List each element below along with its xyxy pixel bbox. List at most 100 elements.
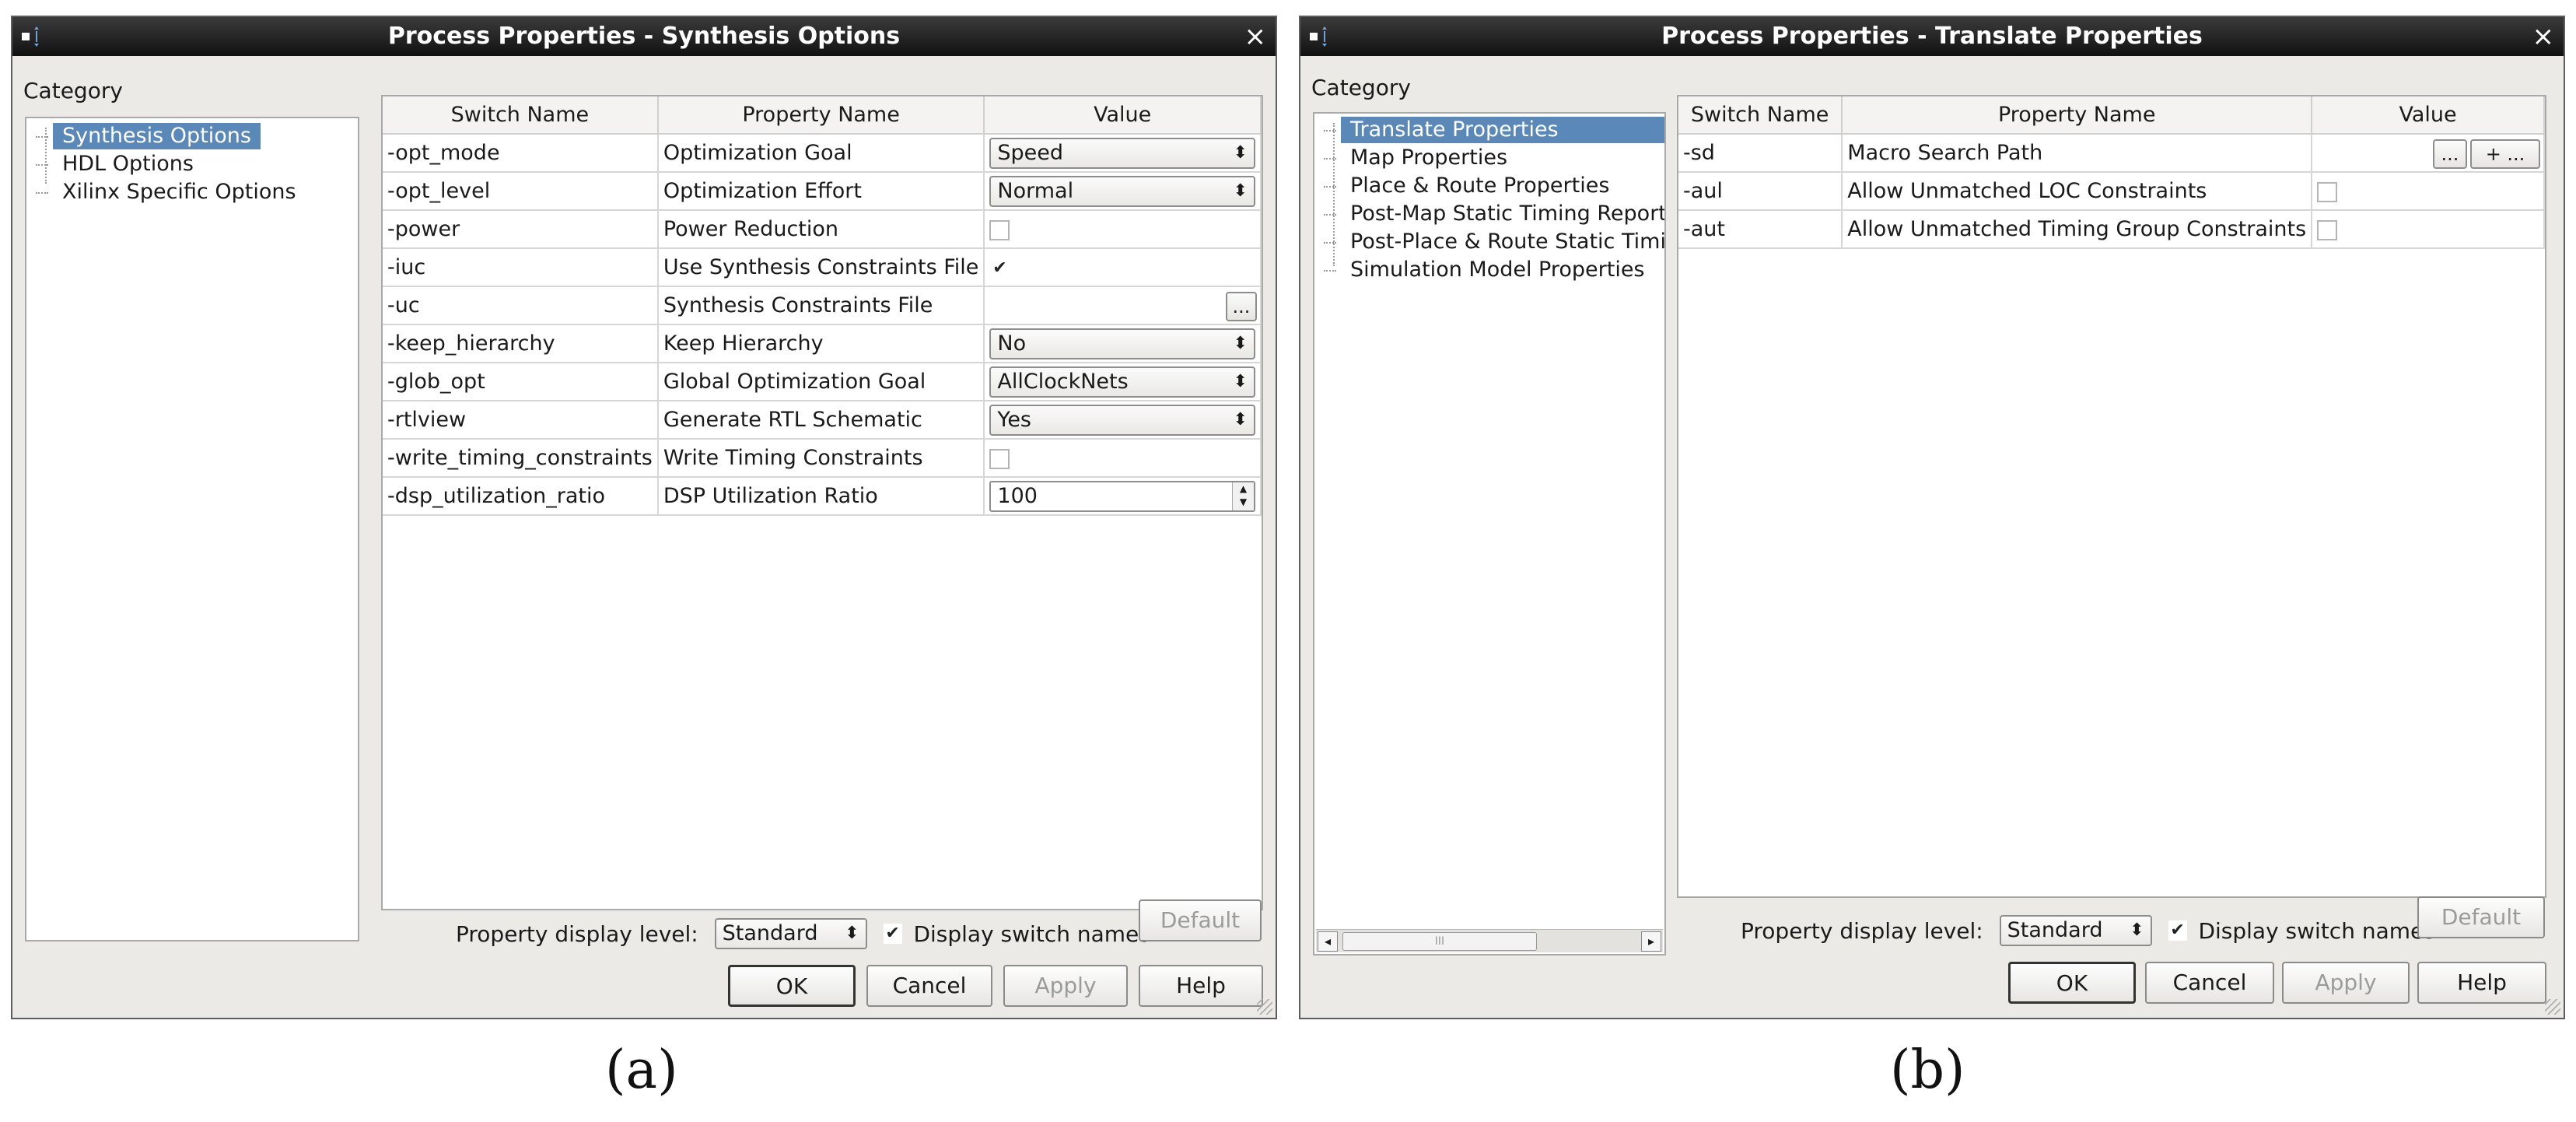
switch-name-cell: -aut — [1678, 210, 1843, 249]
property-name-cell: Use Synthesis Constraints File — [657, 248, 985, 287]
switch-name-cell: -power — [383, 210, 659, 249]
table-row[interactable]: -iuc Use Synthesis Constraints File ✔ — [383, 248, 1262, 287]
table-row[interactable]: -aul Allow Unmatched LOC Constraints — [1678, 172, 2545, 211]
ok-button[interactable]: OK — [728, 965, 856, 1007]
properties-grid: Switch Name Property Name Value -opt_mod… — [381, 95, 1263, 910]
table-row[interactable]: -aut Allow Unmatched Timing Group Constr… — [1678, 210, 2545, 249]
category-item-map-properties[interactable]: Map Properties — [1323, 145, 1517, 171]
column-header-value[interactable]: Value — [2312, 96, 2545, 135]
display-level-row: Property display level: Standard ⬍ ✔ Disp… — [456, 918, 1150, 957]
property-name-cell: Synthesis Constraints File — [657, 286, 985, 325]
table-row[interactable]: -power Power Reduction — [383, 210, 1262, 249]
combo-value: Standard — [722, 921, 818, 945]
combo-arrows-icon: ⬍ — [2130, 920, 2144, 940]
category-item-synthesis-options[interactable]: Synthesis Options — [36, 123, 261, 149]
category-item-post-par-timing[interactable]: Post-Place & Route Static Timi — [1324, 229, 1664, 255]
property-name-cell: Write Timing Constraints — [657, 439, 985, 478]
property-name-cell: DSP Utilization Ratio — [657, 477, 985, 516]
combo-arrows-icon: ⬍ — [1233, 409, 1248, 430]
category-item-place-route-properties[interactable]: Place & Route Properties — [1323, 173, 1619, 199]
table-row[interactable]: -glob_opt Global Optimization Goal AllCl… — [383, 363, 1262, 401]
table-row[interactable]: -rtlview Generate RTL Schematic Yes ⬍ — [383, 401, 1262, 440]
display-switch-names-label: Display switch names — [913, 920, 1150, 947]
tree-connector — [1333, 123, 1335, 266]
switch-name-cell: -rtlview — [383, 401, 659, 440]
scroll-left-icon[interactable]: ◂ — [1318, 931, 1338, 952]
close-icon[interactable]: × — [2532, 17, 2555, 56]
translate-properties-dialog: Process Properties - Translate Propertie… — [1299, 16, 2565, 1019]
display-level-combo[interactable]: Standard ⬍ — [1999, 915, 2152, 946]
table-row[interactable]: -keep_hierarchy Keep Hierarchy No ⬍ — [383, 324, 1262, 363]
category-label: Category — [23, 78, 123, 103]
column-header-switch-name[interactable]: Switch Name — [383, 96, 659, 135]
table-row[interactable]: -dsp_utilization_ratio DSP Utilization R… — [383, 477, 1262, 516]
help-button[interactable]: Help — [2417, 962, 2546, 1004]
column-header-property-name[interactable]: Property Name — [1842, 96, 2313, 135]
property-name-cell: Keep Hierarchy — [657, 324, 985, 363]
column-header-switch-name[interactable]: Switch Name — [1678, 96, 1843, 135]
add-path-button[interactable]: + ... — [2470, 139, 2540, 169]
default-button[interactable]: Default — [1139, 899, 1262, 941]
default-button[interactable]: Default — [2417, 896, 2545, 938]
power-reduction-checkbox[interactable] — [989, 219, 1010, 240]
cancel-button[interactable]: Cancel — [866, 965, 992, 1007]
allow-unmatched-timing-checkbox[interactable] — [2317, 219, 2338, 240]
global-optimization-combo[interactable]: AllClockNets ⬍ — [989, 366, 1255, 398]
display-level-combo[interactable]: Standard ⬍ — [714, 918, 867, 949]
category-item-xilinx-specific-options[interactable]: Xilinx Specific Options — [36, 179, 306, 205]
property-name-cell: Optimization Goal — [657, 134, 985, 173]
category-item-translate-properties[interactable]: Translate Properties — [1324, 117, 1664, 143]
browse-button[interactable]: ... — [1226, 292, 1257, 321]
optimization-goal-combo[interactable]: Speed ⬍ — [989, 137, 1255, 169]
table-row[interactable]: -uc Synthesis Constraints File ... — [383, 286, 1262, 325]
category-item-post-map-timing[interactable]: Post-Map Static Timing Report — [1324, 201, 1664, 227]
spin-arrows-icon[interactable]: ▲ ▼ — [1232, 482, 1254, 510]
scroll-thumb[interactable]: III — [1342, 932, 1537, 951]
close-icon[interactable]: × — [1244, 17, 1267, 56]
rtl-schematic-combo[interactable]: Yes ⬍ — [989, 404, 1255, 436]
category-tree[interactable]: Translate Properties Map Properties Plac… — [1313, 112, 1666, 955]
keep-hierarchy-combo[interactable]: No ⬍ — [989, 328, 1255, 359]
display-switch-names-checkbox[interactable]: ✔ — [2168, 920, 2187, 941]
property-name-cell: Optimization Effort — [657, 172, 985, 211]
table-row[interactable]: -opt_level Optimization Effort Normal ⬍ — [383, 172, 1262, 211]
spin-value: 100 — [997, 483, 1038, 508]
column-header-value[interactable]: Value — [984, 96, 1262, 135]
scroll-right-icon[interactable]: ▸ — [1641, 931, 1661, 952]
table-row[interactable]: -write_timing_constraints Write Timing C… — [383, 439, 1262, 478]
table-row[interactable]: -sd Macro Search Path ... + ... — [1678, 134, 2545, 173]
optimization-effort-combo[interactable]: Normal ⬍ — [989, 175, 1255, 207]
combo-arrows-icon: ⬍ — [1233, 333, 1248, 353]
combo-value: AllClockNets — [997, 369, 1129, 394]
horizontal-scrollbar[interactable]: ◂ III ▸ — [1316, 929, 1663, 952]
combo-arrows-icon: ⬍ — [1233, 181, 1248, 201]
table-row[interactable]: -opt_mode Optimization Goal Speed ⬍ — [383, 134, 1262, 173]
resize-grip-icon[interactable] — [2545, 999, 2560, 1015]
title-bar[interactable]: Process Properties - Translate Propertie… — [1300, 17, 2564, 56]
grid-header-row: Switch Name Property Name Value — [383, 96, 1262, 135]
use-constraints-file-checkbox[interactable]: ✔ — [989, 258, 1010, 279]
dialog-title: Process Properties - Synthesis Options — [387, 23, 901, 50]
browse-button[interactable]: ... — [2433, 139, 2467, 169]
dsp-utilization-spinbox[interactable]: 100 ▲ ▼ — [989, 480, 1255, 512]
category-tree[interactable]: Synthesis Options HDL Options Xilinx Spe… — [25, 117, 359, 941]
ok-button[interactable]: OK — [2008, 962, 2136, 1004]
column-header-property-name[interactable]: Property Name — [657, 96, 985, 135]
display-level-label: Property display level: — [1741, 917, 1983, 944]
property-name-cell: Allow Unmatched Timing Group Constraints — [1842, 210, 2313, 249]
write-timing-constraints-checkbox[interactable] — [989, 448, 1010, 469]
apply-button[interactable]: Apply — [1003, 965, 1128, 1007]
caption-b: (b) — [1890, 1040, 1965, 1101]
help-button[interactable]: Help — [1139, 965, 1263, 1007]
combo-arrows-icon: ⬍ — [1233, 142, 1248, 163]
allow-unmatched-loc-checkbox[interactable] — [2317, 181, 2338, 202]
cancel-button[interactable]: Cancel — [2145, 962, 2274, 1004]
display-switch-names-checkbox[interactable]: ✔ — [883, 924, 902, 944]
synthesis-options-dialog: Process Properties - Synthesis Options ×… — [11, 16, 1277, 1019]
apply-button[interactable]: Apply — [2282, 962, 2410, 1004]
category-item-hdl-options[interactable]: HDL Options — [36, 151, 203, 177]
category-item-simulation-model[interactable]: Simulation Model Properties — [1324, 257, 1654, 283]
property-name-cell: Generate RTL Schematic — [657, 401, 985, 440]
title-bar[interactable]: Process Properties - Synthesis Options × — [12, 17, 1276, 56]
resize-grip-icon[interactable] — [1257, 999, 1272, 1015]
